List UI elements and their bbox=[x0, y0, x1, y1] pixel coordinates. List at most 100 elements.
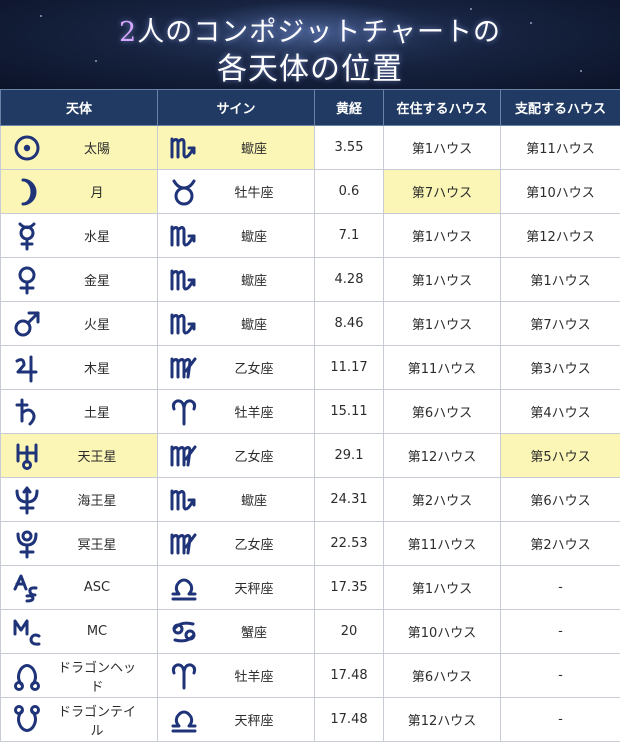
header-sign: サイン bbox=[157, 89, 315, 126]
sign-name: 乙女座 bbox=[234, 538, 274, 553]
aries-icon bbox=[158, 661, 210, 691]
table-row: 金星 蠍座 4.28 第1ハウス 第1ハウス bbox=[0, 257, 620, 302]
sign-name: 蠍座 bbox=[240, 494, 267, 509]
sign-name: 蠍座 bbox=[240, 318, 267, 333]
cell-body: 月 bbox=[0, 169, 158, 214]
cell-longitude: 17.48 bbox=[314, 697, 384, 742]
table-row: 天王星 乙女座 29.1 第12ハウス 第5ハウス bbox=[0, 433, 620, 478]
cell-sign: 乙女座 bbox=[157, 521, 315, 566]
cell-house-rules: - bbox=[500, 697, 620, 742]
planet-position-table: 天体 サイン 黄経 在住するハウス 支配するハウス 太陽 蠍座 3.55 第1ハウス第… bbox=[0, 89, 620, 742]
cell-house-rules: 第3ハウス bbox=[500, 345, 620, 390]
cell-sign: 乙女座 bbox=[157, 345, 315, 390]
cell-house-rules: 第1ハウス bbox=[500, 257, 620, 302]
body-name: 木星 bbox=[83, 362, 110, 377]
cell-house-in: 第11ハウス bbox=[383, 345, 501, 390]
cell-house-rules: 第6ハウス bbox=[500, 477, 620, 522]
libra-icon bbox=[158, 705, 210, 735]
table-row: 海王星 蠍座 24.31 第2ハウス 第6ハウス bbox=[0, 477, 620, 522]
cell-body: 金星 bbox=[0, 257, 158, 302]
cell-body: ASC bbox=[0, 565, 158, 610]
cell-body: 海王星 bbox=[0, 477, 158, 522]
cell-house-in: 第6ハウス bbox=[383, 653, 501, 698]
taurus-icon bbox=[158, 177, 210, 207]
cell-body: ドラゴンテイル bbox=[0, 697, 158, 742]
sign-name: 牡牛座 bbox=[234, 186, 274, 201]
sign-name: 牡羊座 bbox=[234, 670, 274, 685]
libra-icon bbox=[158, 573, 210, 603]
table-row: MC 蟹座 20 第10ハウス - bbox=[0, 609, 620, 654]
table-row: 木星 乙女座 11.17 第11ハウス 第3ハウス bbox=[0, 345, 620, 390]
scorpio-icon bbox=[158, 309, 210, 339]
cell-body: MC bbox=[0, 609, 158, 654]
cell-house-rules: - bbox=[500, 609, 620, 654]
sign-name: 天秤座 bbox=[234, 582, 274, 597]
sign-name: 蠍座 bbox=[240, 230, 267, 245]
cell-body: ドラゴンヘッド bbox=[0, 653, 158, 698]
cell-sign: 天秤座 bbox=[157, 697, 315, 742]
sign-name: 乙女座 bbox=[234, 362, 274, 377]
page-title-line2: 各天体の位置 bbox=[217, 52, 403, 87]
cell-sign: 蟹座 bbox=[157, 609, 315, 654]
cell-house-in: 第1ハウス bbox=[383, 257, 501, 302]
body-name: 金星 bbox=[83, 274, 110, 289]
virgo-icon bbox=[158, 529, 210, 559]
neptune-icon bbox=[1, 485, 53, 515]
body-name: 天王星 bbox=[77, 450, 117, 465]
table-row: 月 牡牛座 0.6 第7ハウス 第10ハウス bbox=[0, 169, 620, 214]
cell-sign: 蠍座 bbox=[157, 213, 315, 258]
cell-longitude: 0.6 bbox=[314, 169, 384, 214]
cell-longitude: 3.55 bbox=[314, 125, 384, 170]
cell-house-in: 第1ハウス bbox=[383, 565, 501, 610]
scorpio-icon bbox=[158, 265, 210, 295]
cell-house-in: 第12ハウス bbox=[383, 433, 501, 478]
cell-house-rules: - bbox=[500, 653, 620, 698]
cell-longitude: 22.53 bbox=[314, 521, 384, 566]
body-name: 土星 bbox=[83, 406, 110, 421]
table-row: 火星 蠍座 8.46 第1ハウス 第7ハウス bbox=[0, 301, 620, 346]
cell-longitude: 4.28 bbox=[314, 257, 384, 302]
cell-body: 火星 bbox=[0, 301, 158, 346]
table-row: 太陽 蠍座 3.55 第1ハウス 第11ハウス bbox=[0, 125, 620, 170]
cell-longitude: 24.31 bbox=[314, 477, 384, 522]
sun-icon bbox=[1, 133, 53, 163]
virgo-icon bbox=[158, 353, 210, 383]
cell-sign: 乙女座 bbox=[157, 433, 315, 478]
table-row: ASC 天秤座 17.35 第1ハウス - bbox=[0, 565, 620, 610]
venus-icon bbox=[1, 265, 53, 295]
pluto-icon bbox=[1, 529, 53, 559]
scorpio-icon bbox=[158, 221, 210, 251]
cell-body: 太陽 bbox=[0, 125, 158, 170]
cell-longitude: 11.17 bbox=[314, 345, 384, 390]
title-banner: 2人のコンポジットチャートの 各天体の位置 bbox=[0, 0, 620, 89]
cell-longitude: 20 bbox=[314, 609, 384, 654]
cell-house-in: 第1ハウス bbox=[383, 301, 501, 346]
cell-sign: 蠍座 bbox=[157, 125, 315, 170]
table-row: ドラゴンテイル 天秤座 17.48 第12ハウス - bbox=[0, 697, 620, 742]
scorpio-icon bbox=[158, 485, 210, 515]
cancer-icon bbox=[158, 617, 210, 647]
body-name: 海王星 bbox=[77, 494, 117, 509]
cell-longitude: 29.1 bbox=[314, 433, 384, 478]
midheaven-icon bbox=[1, 617, 53, 647]
cell-longitude: 17.35 bbox=[314, 565, 384, 610]
cell-longitude: 7.1 bbox=[314, 213, 384, 258]
header-body: 天体 bbox=[0, 89, 158, 126]
body-name: MC bbox=[86, 624, 108, 639]
cell-sign: 牡羊座 bbox=[157, 653, 315, 698]
cell-house-in: 第11ハウス bbox=[383, 521, 501, 566]
cell-sign: 蠍座 bbox=[157, 301, 315, 346]
cell-house-in: 第12ハウス bbox=[383, 697, 501, 742]
table-row: 水星 蠍座 7.1 第1ハウス 第12ハウス bbox=[0, 213, 620, 258]
cell-body: 天王星 bbox=[0, 433, 158, 478]
body-name: ドラゴンヘッド bbox=[57, 660, 136, 695]
cell-sign: 牡牛座 bbox=[157, 169, 315, 214]
header-house-in: 在住するハウス bbox=[383, 89, 501, 126]
sign-name: 天秤座 bbox=[234, 714, 274, 729]
cell-house-rules: 第10ハウス bbox=[500, 169, 620, 214]
aries-icon bbox=[158, 397, 210, 427]
cell-house-in: 第7ハウス bbox=[383, 169, 501, 214]
cell-body: 冥王星 bbox=[0, 521, 158, 566]
cell-longitude: 8.46 bbox=[314, 301, 384, 346]
dragon-head-icon bbox=[1, 661, 53, 691]
